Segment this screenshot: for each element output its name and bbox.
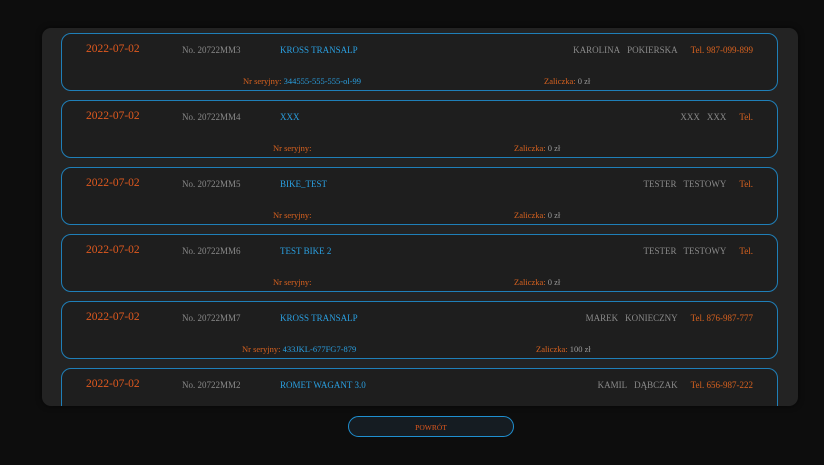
deposit: Zaliczka: 100 zł xyxy=(536,344,591,354)
order-card[interactable]: 2022-07-02 No. 20722MM5 BIKE_TEST TESTER TES… xyxy=(61,167,778,225)
order-number: No. 20722MM2 xyxy=(182,380,241,390)
client-info: KAMIL DĄBCZAK Tel. 656-987-222 xyxy=(598,380,753,390)
back-button[interactable]: POWRÓT xyxy=(348,416,514,437)
bike-model: KROSS TRANSALP xyxy=(280,313,358,323)
serial-label: Nr seryjny: xyxy=(273,143,312,153)
order-number: No. 20722MM6 xyxy=(182,246,241,256)
serial-value: 433JKL-677FG7-879 xyxy=(282,344,357,354)
client-info: MAREK KONIECZNY Tel. 876-987-777 xyxy=(586,313,753,323)
client-info: TESTER TESTOWY Tel. xyxy=(644,179,753,189)
client-last-name: KONIECZNY xyxy=(625,313,678,323)
deposit-label: Zaliczka: xyxy=(514,143,546,153)
order-number: No. 20722MM5 xyxy=(182,179,241,189)
client-first-name: XXX xyxy=(680,112,700,122)
client-first-name: MAREK xyxy=(585,313,619,323)
phone-label: Tel. xyxy=(690,313,705,323)
order-date: 2022-07-02 xyxy=(86,244,140,256)
client-info: KAROLINA POKIERSKA Tel. 987-099-899 xyxy=(573,45,753,55)
client-first-name: TESTER xyxy=(643,179,677,189)
order-card[interactable]: 2022-07-02 No. 20722MM6 TEST BIKE 2 TESTER T… xyxy=(61,234,778,292)
phone-number: 876-987-777 xyxy=(706,313,754,323)
serial-number: Nr seryjny: xyxy=(273,143,311,153)
order-date: 2022-07-02 xyxy=(86,177,140,189)
deposit: Zaliczka: 0 zł xyxy=(544,76,590,86)
client-first-name: KAROLINA xyxy=(573,45,621,55)
deposit: Zaliczka: 0 zł xyxy=(514,277,560,287)
deposit: Zaliczka: 0 zł xyxy=(514,210,560,220)
serial-value: 344555-555-555-ol-99 xyxy=(283,76,362,86)
deposit-value: 0 zł xyxy=(547,277,561,287)
phone-label: Tel. xyxy=(739,179,753,189)
phone-number: 656-987-222 xyxy=(706,380,754,390)
client-first-name: KAMIL xyxy=(597,380,628,390)
phone-label: Tel. xyxy=(690,45,705,55)
order-number: No. 20722MM4 xyxy=(182,112,241,122)
serial-label: Nr seryjny: xyxy=(242,344,281,354)
deposit-value: 0 zł xyxy=(547,143,561,153)
phone-label: Tel. xyxy=(739,112,753,122)
bike-model: BIKE_TEST xyxy=(280,179,327,189)
client-first-name: TESTER xyxy=(643,246,677,256)
client-last-name: TESTOWY xyxy=(683,246,727,256)
order-card[interactable]: 2022-07-02 No. 20722MM2 ROMET WAGANT 3.0 KA… xyxy=(61,368,778,406)
deposit-label: Zaliczka: xyxy=(544,76,576,86)
bike-model: KROSS TRANSALP xyxy=(280,45,358,55)
deposit-value: 0 zł xyxy=(577,76,591,86)
order-card[interactable]: 2022-07-02 No. 20722MM7 KROSS TRANSALP MARE… xyxy=(61,301,778,359)
order-date: 2022-07-02 xyxy=(86,43,140,55)
bike-model: TEST BIKE 2 xyxy=(280,246,332,256)
phone-number: 987-099-899 xyxy=(706,45,754,55)
deposit-label: Zaliczka: xyxy=(514,210,546,220)
bike-model: ROMET WAGANT 3.0 xyxy=(280,380,366,390)
deposit-label: Zaliczka: xyxy=(514,277,546,287)
client-info: TESTER TESTOWY Tel. xyxy=(644,246,753,256)
serial-number: Nr seryjny: xyxy=(273,210,311,220)
phone-label: Tel. xyxy=(690,380,705,390)
order-number: No. 20722MM3 xyxy=(182,45,241,55)
order-date: 2022-07-02 xyxy=(86,311,140,323)
client-last-name: XXX xyxy=(706,112,727,122)
order-number: No. 20722MM7 xyxy=(182,313,241,323)
deposit-value: 0 zł xyxy=(547,210,561,220)
bike-model: XXX xyxy=(280,112,300,122)
client-last-name: POKIERSKA xyxy=(627,45,678,55)
order-date: 2022-07-02 xyxy=(86,110,140,122)
order-card[interactable]: 2022-07-02 No. 20722MM4 XXX XXX XXX Tel. Nr s… xyxy=(61,100,778,158)
order-card[interactable]: 2022-07-02 No. 20722MM3 KROSS TRANSALP KARO… xyxy=(61,33,778,91)
deposit-value: 100 zł xyxy=(569,344,591,354)
serial-label: Nr seryjny: xyxy=(273,277,312,287)
serial-label: Nr seryjny: xyxy=(243,76,282,86)
serial-label: Nr seryjny: xyxy=(273,210,312,220)
client-last-name: TESTOWY xyxy=(683,179,727,189)
orders-list: 2022-07-02 No. 20722MM3 KROSS TRANSALP KARO… xyxy=(42,33,798,406)
serial-number: Nr seryjny: 433JKL-677FG7-879 xyxy=(242,344,356,354)
serial-number: Nr seryjny: xyxy=(273,277,311,287)
order-date: 2022-07-02 xyxy=(86,378,140,390)
client-last-name: DĄBCZAK xyxy=(634,380,678,390)
deposit-label: Zaliczka: xyxy=(536,344,568,354)
phone-label: Tel. xyxy=(739,246,753,256)
client-info: XXX XXX Tel. xyxy=(680,112,753,122)
deposit: Zaliczka: 0 zł xyxy=(514,143,560,153)
serial-number: Nr seryjny: 344555-555-555-ol-99 xyxy=(243,76,361,86)
orders-panel: 2022-07-02 No. 20722MM3 KROSS TRANSALP KARO… xyxy=(42,28,798,406)
